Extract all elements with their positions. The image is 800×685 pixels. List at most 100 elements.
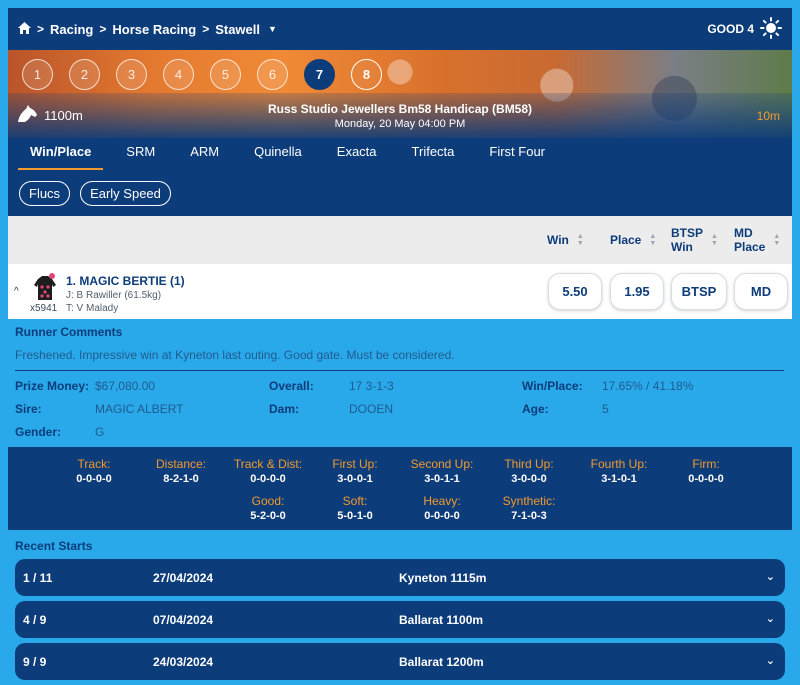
- chevron-down-icon[interactable]: ⌄: [766, 612, 775, 625]
- win-column-header[interactable]: Win ▲ ▼: [547, 216, 584, 264]
- breadcrumb-separator: >: [202, 22, 210, 36]
- stat-value: 5-2-0-0: [250, 510, 286, 522]
- runner-comments-text: Freshened. Impressive win at Kyneton las…: [15, 348, 455, 362]
- race-button-4[interactable]: 4: [163, 59, 194, 90]
- race-selector: 1 2 3 4 5 6 7 8: [22, 59, 382, 90]
- stat-label: Track:: [77, 457, 111, 471]
- md-header-line1: MD: [734, 226, 753, 240]
- race-button-8[interactable]: 8: [351, 59, 382, 90]
- stat-label: Second Up:: [410, 457, 474, 471]
- stat-value: 7-1-0-3: [511, 510, 547, 522]
- dam-value: DOOEN: [349, 402, 394, 416]
- recent-start-position: 1 / 11: [23, 571, 53, 585]
- recent-start-venue: Ballarat 1200m: [399, 655, 484, 669]
- tab-srm[interactable]: SRM: [114, 138, 167, 170]
- stat-synthetic: Synthetic: 7-1-0-3: [484, 494, 574, 522]
- stat-label: Fourth Up:: [590, 457, 648, 471]
- recent-start-row[interactable]: 1 / 11 27/04/2024 Kyneton 1115m ⌄: [15, 559, 785, 596]
- stat-label: Synthetic:: [502, 494, 556, 508]
- overall-value: 17 3-1-3: [349, 379, 394, 393]
- recent-start-row[interactable]: 4 / 9 07/04/2024 Ballarat 1100m ⌄: [15, 601, 785, 638]
- race-button-6[interactable]: 6: [257, 59, 288, 90]
- stat-value: 5-0-1-0: [337, 510, 373, 522]
- dam: Dam: DOOEN: [269, 402, 393, 416]
- stat-value: 3-0-0-1: [337, 473, 373, 485]
- stat-firm: Firm: 0-0-0-0: [661, 457, 751, 485]
- stat-label: Distance:: [155, 457, 207, 471]
- top-bar: > Racing > Horse Racing > Stawell ▼ GOOD…: [8, 8, 792, 50]
- btsp-column-header[interactable]: BTSP Win ▲ ▼: [671, 216, 718, 264]
- win-place-label: Win/Place:: [522, 379, 583, 393]
- tab-quinella[interactable]: Quinella: [242, 138, 314, 170]
- stat-label: Track & Dist:: [233, 457, 303, 471]
- race-button-7[interactable]: 7: [304, 59, 335, 90]
- sire-label: Sire:: [15, 402, 42, 416]
- chevron-down-icon[interactable]: ⌄: [766, 654, 775, 667]
- tab-arm[interactable]: ARM: [178, 138, 231, 170]
- place-column-header[interactable]: Place ▲ ▼: [610, 216, 656, 264]
- sort-icon[interactable]: ▲ ▼: [649, 233, 656, 247]
- race-button-3[interactable]: 3: [116, 59, 147, 90]
- form-stats-panel: Track: 0-0-0-0 Distance: 8-2-1-0 Track &…: [8, 447, 792, 530]
- runner-comments-title: Runner Comments: [15, 325, 123, 339]
- sort-icon[interactable]: ▲ ▼: [773, 233, 780, 247]
- sort-icon[interactable]: ▲ ▼: [577, 233, 584, 247]
- breadcrumb-horse-racing[interactable]: Horse Racing: [112, 22, 196, 37]
- place-header-label: Place: [610, 233, 642, 247]
- tab-trifecta[interactable]: Trifecta: [400, 138, 467, 170]
- win-header-label: Win: [547, 233, 569, 247]
- gender: Gender: G: [15, 425, 104, 439]
- stat-label: Soft:: [342, 494, 368, 508]
- race-title: Russ Studio Jewellers Bm58 Handicap (BM5…: [267, 102, 533, 116]
- tab-win-place[interactable]: Win/Place: [18, 138, 104, 170]
- breadcrumb-venue[interactable]: Stawell: [215, 22, 260, 37]
- stat-track-dist: Track & Dist: 0-0-0-0: [223, 457, 313, 485]
- gender-label: Gender:: [15, 425, 62, 439]
- tab-first-four[interactable]: First Four: [477, 138, 557, 170]
- venue-dropdown-icon[interactable]: ▼: [268, 24, 277, 34]
- recent-start-date: 07/04/2024: [153, 613, 214, 627]
- chevron-up-icon[interactable]: ^: [14, 286, 19, 297]
- early-speed-button[interactable]: Early Speed: [80, 180, 171, 206]
- stat-label: Good:: [251, 494, 285, 508]
- flucs-button[interactable]: Flucs: [19, 180, 71, 206]
- stat-fourth-up: Fourth Up: 3-1-0-1: [574, 457, 664, 485]
- race-button-5[interactable]: 5: [210, 59, 241, 90]
- stat-third-up: Third Up: 3-0-0-0: [484, 457, 574, 485]
- runner-name[interactable]: 1. MAGIC BERTIE (1): [66, 274, 185, 288]
- btsp-odds-button[interactable]: BTSP: [671, 273, 727, 310]
- stat-value: 0-0-0-0: [424, 510, 460, 522]
- md-column-header[interactable]: MD Place ▲ ▼: [734, 216, 780, 264]
- stat-good: Good: 5-2-0-0: [223, 494, 313, 522]
- place-odds-button[interactable]: 1.95: [610, 273, 664, 310]
- btsp-header-line1: BTSP: [671, 226, 704, 240]
- chevron-down-icon[interactable]: ⌄: [766, 570, 775, 583]
- runner-trainer: T: V Malady: [66, 303, 119, 314]
- age-label: Age:: [522, 402, 549, 416]
- prize-money: Prize Money: $67,080.00: [15, 379, 155, 393]
- race-button-1[interactable]: 1: [22, 59, 53, 90]
- track-condition-label: GOOD 4: [707, 22, 754, 36]
- runner-id: x5941: [30, 303, 58, 314]
- breadcrumb-racing[interactable]: Racing: [50, 22, 93, 37]
- md-odds-button[interactable]: MD: [734, 273, 788, 310]
- track-condition: GOOD 4: [707, 16, 782, 42]
- stat-value: 0-0-0-0: [250, 473, 286, 485]
- md-header-line2: Place: [734, 240, 766, 254]
- recent-start-venue: Ballarat 1100m: [399, 613, 484, 627]
- recent-start-position: 4 / 9: [23, 613, 47, 627]
- recent-start-row[interactable]: 9 / 9 24/03/2024 Ballarat 1200m ⌄: [15, 643, 785, 680]
- win-place-value: 17.65% / 41.18%: [602, 379, 694, 393]
- stat-value: 0-0-0-0: [76, 473, 112, 485]
- home-icon[interactable]: [18, 21, 31, 37]
- stat-heavy: Heavy: 0-0-0-0: [397, 494, 487, 522]
- recent-start-position: 9 / 9: [23, 655, 47, 669]
- win-odds-button[interactable]: 5.50: [548, 273, 602, 310]
- stat-first-up: First Up: 3-0-0-1: [310, 457, 400, 485]
- stat-value: 0-0-0-0: [688, 473, 724, 485]
- filter-pills: Flucs Early Speed: [8, 170, 792, 216]
- sire-value: MAGIC ALBERT: [95, 402, 184, 416]
- race-button-2[interactable]: 2: [69, 59, 100, 90]
- sort-icon[interactable]: ▲ ▼: [711, 233, 718, 247]
- tab-exacta[interactable]: Exacta: [325, 138, 389, 170]
